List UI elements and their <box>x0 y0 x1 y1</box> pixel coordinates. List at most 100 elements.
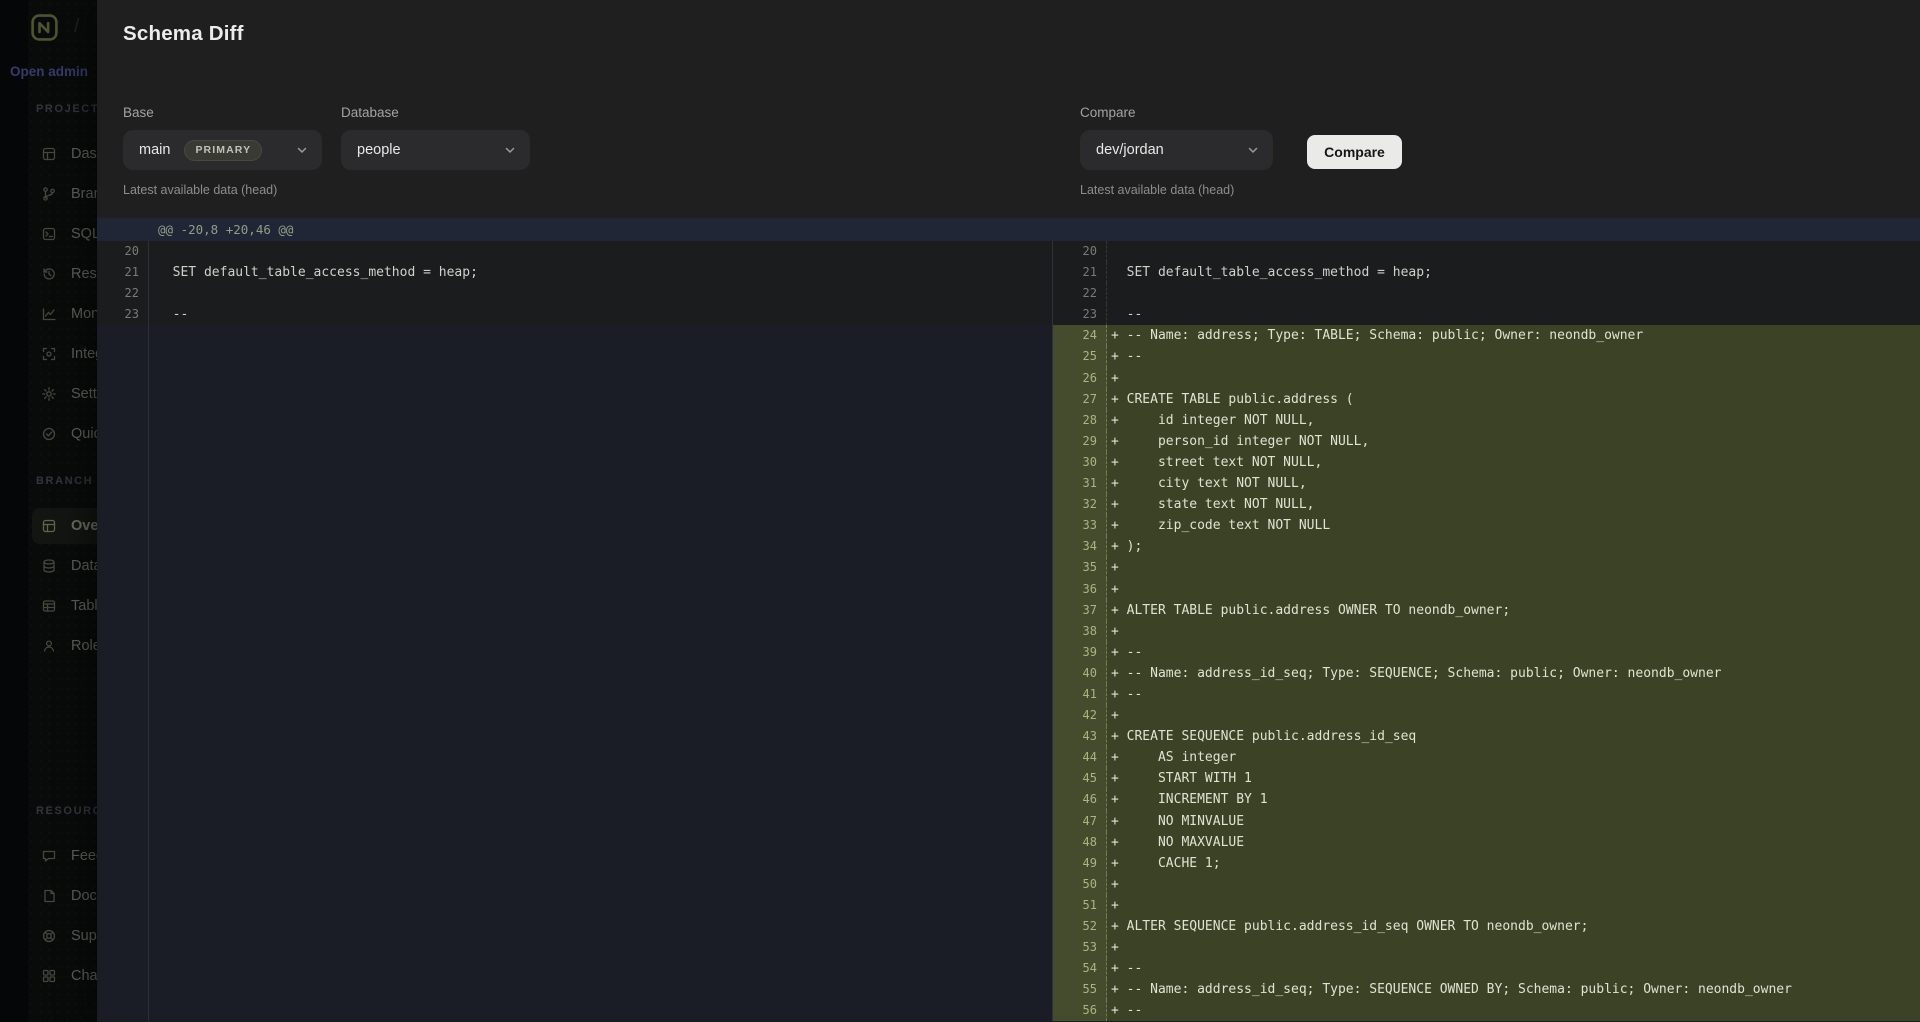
diff-right-line-content: + id integer NOT NULL, <box>1107 410 1920 431</box>
diff-right-line-content: + -- <box>1107 642 1920 663</box>
diff-left-line-number <box>97 368 149 389</box>
diff-right-line-content: + zip_code text NOT NULL <box>1107 515 1920 536</box>
diff-left-line-content <box>149 747 1052 768</box>
diff-left-line-content <box>149 515 1052 536</box>
diff-left-line-number <box>97 958 149 979</box>
diff-left-line-number <box>97 663 149 684</box>
diff-right-line-content: + ); <box>1107 536 1920 557</box>
diff-left-line-content <box>149 494 1052 515</box>
diff-left-line-number <box>97 1000 149 1021</box>
compare-label: Compare <box>1080 105 1136 120</box>
diff-right-line-number: 49 <box>1052 853 1107 874</box>
diff-left-line-content <box>149 579 1052 600</box>
diff-right-line-content: + ALTER TABLE public.address OWNER TO ne… <box>1107 600 1920 621</box>
diff-right-line-content: + <box>1107 621 1920 642</box>
diff-right-line-content: + CREATE SEQUENCE public.address_id_seq <box>1107 726 1920 747</box>
diff-left-line-content <box>149 452 1052 473</box>
diff-row: 34+ ); <box>97 536 1920 557</box>
diff-row: 55+ -- Name: address_id_seq; Type: SEQUE… <box>97 979 1920 1000</box>
diff-right-line-content: + CREATE TABLE public.address ( <box>1107 389 1920 410</box>
diff-left-line-content: SET default_table_access_method = heap; <box>149 262 1052 283</box>
diff-row: 2020 <box>97 241 1920 262</box>
diff-left-line-content <box>149 389 1052 410</box>
diff-left-line-content <box>149 241 1052 262</box>
diff-right-line-content: + <box>1107 937 1920 958</box>
diff-right-line-content <box>1107 283 1920 304</box>
diff-right-line-content: + START WITH 1 <box>1107 768 1920 789</box>
diff-row: 37+ ALTER TABLE public.address OWNER TO … <box>97 600 1920 621</box>
diff-left-line-number <box>97 979 149 1000</box>
diff-left-line-content <box>149 473 1052 494</box>
diff-left-line-content <box>149 1000 1052 1021</box>
diff-row: 2222 <box>97 283 1920 304</box>
diff-left-line-number <box>97 895 149 916</box>
diff-left-line-number <box>97 600 149 621</box>
diff-left-line-number <box>97 684 149 705</box>
diff-right-line-content: + <box>1107 874 1920 895</box>
diff-left-line-content: -- <box>149 304 1052 325</box>
diff-hunk-header: @@ -20,8 +20,46 @@ <box>97 218 1920 241</box>
diff-right-line-number: 43 <box>1052 726 1107 747</box>
diff-row: 41+ -- <box>97 684 1920 705</box>
diff-row: 40+ -- Name: address_id_seq; Type: SEQUE… <box>97 663 1920 684</box>
diff-left-line-content <box>149 979 1052 1000</box>
diff-right-line-content: -- <box>1107 304 1920 325</box>
diff-left-line-content <box>149 916 1052 937</box>
diff-left-line-number <box>97 832 149 853</box>
diff-right-line-content: + city text NOT NULL, <box>1107 473 1920 494</box>
diff-row: 31+ city text NOT NULL, <box>97 473 1920 494</box>
compare-branch-select[interactable]: dev/jordan <box>1080 130 1273 170</box>
base-branch-select[interactable]: main PRIMARY <box>123 130 322 170</box>
diff-left-line-content <box>149 705 1052 726</box>
modal-backdrop[interactable] <box>0 0 97 1022</box>
diff-right-line-number: 24 <box>1052 325 1107 346</box>
diff-row: 35+ <box>97 557 1920 578</box>
diff-row: 45+ START WITH 1 <box>97 768 1920 789</box>
schema-diff-screen: / Open admin PROJECTDashboardBranchesSQL… <box>0 0 1920 1022</box>
primary-badge: PRIMARY <box>184 140 262 161</box>
diff-viewer: @@ -20,8 +20,46 @@ 202021 SET default_ta… <box>97 218 1920 1022</box>
chevron-down-icon <box>1247 144 1259 156</box>
diff-row: 56+ -- <box>97 1000 1920 1021</box>
diff-right-line-number: 38 <box>1052 621 1107 642</box>
diff-right-line-content: + NO MAXVALUE <box>1107 832 1920 853</box>
diff-left-line-number <box>97 536 149 557</box>
base-label: Base <box>123 105 154 120</box>
schema-diff-drawer: Schema Diff Base main PRIMARY Latest ava… <box>97 0 1920 1022</box>
diff-right-line-content: + <box>1107 895 1920 916</box>
database-select[interactable]: people <box>341 130 530 170</box>
diff-left-line-content <box>149 853 1052 874</box>
diff-right-line-number: 53 <box>1052 937 1107 958</box>
diff-right-line-number: 26 <box>1052 368 1107 389</box>
diff-row: 27+ CREATE TABLE public.address ( <box>97 389 1920 410</box>
base-branch-value: main <box>139 142 170 158</box>
diff-right-line-content: + -- <box>1107 958 1920 979</box>
diff-left-line-content <box>149 410 1052 431</box>
diff-right-line-content: + <box>1107 557 1920 578</box>
diff-left-line-content <box>149 937 1052 958</box>
diff-left-line-number <box>97 853 149 874</box>
diff-left-line-number <box>97 494 149 515</box>
diff-row: 28+ id integer NOT NULL, <box>97 410 1920 431</box>
diff-left-line-content <box>149 325 1052 346</box>
database-value: people <box>357 142 401 158</box>
diff-right-line-content: + <box>1107 705 1920 726</box>
diff-left-line-content <box>149 621 1052 642</box>
compare-helper-text: Latest available data (head) <box>1080 183 1234 197</box>
diff-right-line-content: + <box>1107 579 1920 600</box>
diff-left-line-number <box>97 557 149 578</box>
diff-right-line-number: 44 <box>1052 747 1107 768</box>
diff-row: 26+ <box>97 368 1920 389</box>
database-label: Database <box>341 105 399 120</box>
diff-right-line-number: 31 <box>1052 473 1107 494</box>
diff-left-line-number <box>97 325 149 346</box>
diff-right-line-content: + -- Name: address_id_seq; Type: SEQUENC… <box>1107 979 1920 1000</box>
diff-right-line-content: + AS integer <box>1107 747 1920 768</box>
diff-row: 52+ ALTER SEQUENCE public.address_id_seq… <box>97 916 1920 937</box>
diff-right-line-number: 25 <box>1052 346 1107 367</box>
diff-left-line-content <box>149 768 1052 789</box>
diff-row: 38+ <box>97 621 1920 642</box>
diff-left-line-number <box>97 937 149 958</box>
diff-right-line-content: + -- Name: address_id_seq; Type: SEQUENC… <box>1107 663 1920 684</box>
compare-button[interactable]: Compare <box>1307 135 1402 169</box>
